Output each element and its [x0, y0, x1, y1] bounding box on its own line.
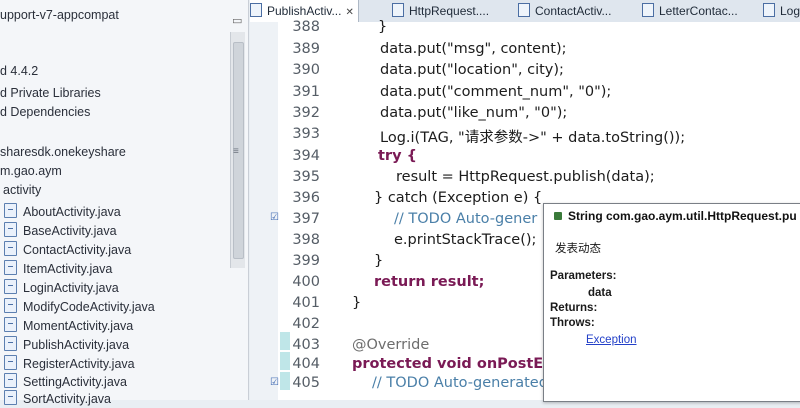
tree-item-file[interactable]: PublishActivity.java: [4, 336, 129, 354]
editor-tab-bar: PublishActiv... ✕ HttpRequest.... Contact…: [250, 0, 800, 23]
line-number: 388: [292, 19, 320, 35]
code-line[interactable]: }: [374, 253, 383, 269]
java-file-icon: [4, 390, 17, 405]
package-explorer: upport-v7-appcompat d 4.4.2 d Private Li…: [0, 0, 249, 406]
code-line[interactable]: try {: [378, 148, 417, 164]
tree-item-file[interactable]: AboutActivity.java: [4, 203, 121, 221]
line-number: 394: [292, 148, 320, 164]
tree-item-sharesdk[interactable]: sharesdk.onekeyshare: [0, 145, 126, 163]
tree-item-private-libraries[interactable]: d Private Libraries: [0, 86, 101, 104]
code-line[interactable]: e.printStackTrace();: [394, 232, 536, 248]
code-line[interactable]: return result;: [374, 274, 484, 290]
code-line[interactable]: }: [352, 295, 361, 311]
tree-item-file[interactable]: LoginActivity.java: [4, 279, 119, 297]
java-file-icon: [518, 3, 530, 17]
java-file-icon: [4, 355, 17, 370]
java-file-icon: [392, 3, 404, 17]
explorer-scrollbar[interactable]: ≡: [230, 32, 245, 268]
line-number: 405: [292, 375, 320, 391]
throws-label: Throws:: [550, 317, 595, 329]
line-number: 395: [292, 169, 320, 185]
parameters-label: Parameters:: [550, 270, 617, 282]
java-file-icon: [4, 222, 17, 237]
code-line[interactable]: @Override: [352, 337, 429, 353]
close-icon[interactable]: ✕: [345, 7, 353, 18]
tree-item-file[interactable]: SettingActivity.java: [4, 373, 127, 391]
tree-item-dependencies[interactable]: d Dependencies: [0, 105, 90, 123]
public-method-icon: [554, 212, 562, 220]
javadoc-hover-popup[interactable]: String com.gao.aym.util.HttpRequest.pu 发…: [543, 203, 800, 402]
tree-item-file[interactable]: BaseActivity.java: [4, 222, 117, 240]
tree-item-package[interactable]: m.gao.aym: [0, 164, 62, 182]
line-number: 400: [292, 274, 320, 290]
line-number: 389: [292, 41, 320, 57]
tab-contact-activity[interactable]: ContactActiv...: [518, 0, 611, 22]
line-number: 401: [292, 295, 320, 311]
code-line[interactable]: }: [378, 19, 387, 35]
tree-item-file[interactable]: ModifyCodeActivity.java: [4, 298, 155, 316]
line-number: 398: [292, 232, 320, 248]
java-file-icon: [4, 260, 17, 275]
line-number: 403: [292, 337, 320, 353]
grip-icon: ≡: [233, 146, 239, 157]
line-number: 393: [292, 126, 320, 142]
exception-link[interactable]: Exception: [586, 334, 637, 346]
tree-item-file[interactable]: ContactActivity.java: [4, 241, 131, 259]
tab-letter-contact[interactable]: LetterContac...: [642, 0, 738, 22]
line-number: 397: [292, 211, 320, 227]
line-number: 390: [292, 62, 320, 78]
java-file-icon: [4, 241, 17, 256]
java-file-icon: [4, 298, 17, 313]
java-file-icon: [4, 317, 17, 332]
tab-login[interactable]: Logi: [763, 0, 800, 22]
code-line[interactable]: protected void onPostExe: [352, 356, 562, 372]
code-line[interactable]: result = HttpRequest.publish(data);: [396, 169, 655, 185]
code-line[interactable]: data.put("location", city);: [380, 62, 564, 78]
line-number: 402: [292, 316, 320, 332]
code-line[interactable]: data.put("like_num", "0");: [380, 105, 567, 121]
tree-item-appcompat[interactable]: upport-v7-appcompat: [0, 8, 119, 26]
java-file-icon: [4, 336, 17, 351]
method-description: 发表动态: [555, 243, 601, 255]
code-line[interactable]: // TODO Auto-gener: [394, 211, 537, 227]
returns-label: Returns:: [550, 302, 598, 314]
line-number: 404: [292, 356, 320, 372]
java-file-icon: [4, 203, 17, 218]
code-line[interactable]: data.put("comment_num", "0");: [380, 84, 611, 100]
tree-item-file[interactable]: MomentActivity.java: [4, 317, 133, 335]
tree-item-file[interactable]: ItemActivity.java: [4, 260, 112, 278]
tree-item-file[interactable]: RegisterActivity.java: [4, 355, 135, 373]
code-line[interactable]: } catch (Exception e) {: [374, 190, 542, 206]
tree-item-file[interactable]: SortActivity.java: [4, 390, 111, 408]
line-number: 391: [292, 84, 320, 100]
parameter-name: data: [588, 287, 612, 299]
line-number: 399: [292, 253, 320, 269]
java-file-icon: [763, 3, 775, 17]
line-number: 392: [292, 105, 320, 121]
java-file-icon: [4, 279, 17, 294]
code-line[interactable]: data.put("msg", content);: [380, 41, 567, 57]
code-line[interactable]: Log.i(TAG, "请求参数->" + data.toString());: [380, 126, 685, 147]
tab-http-request[interactable]: HttpRequest....: [392, 0, 489, 22]
tree-item-android-version[interactable]: d 4.4.2: [0, 64, 38, 82]
java-file-icon: [250, 3, 262, 17]
java-file-icon: [4, 373, 17, 388]
tree-item-activity-folder[interactable]: activity: [3, 183, 41, 201]
java-file-icon: [642, 3, 654, 17]
method-signature: String com.gao.aym.util.HttpRequest.pu: [554, 209, 797, 223]
line-number: 396: [292, 190, 320, 206]
minimize-icon[interactable]: ▭: [232, 14, 242, 27]
